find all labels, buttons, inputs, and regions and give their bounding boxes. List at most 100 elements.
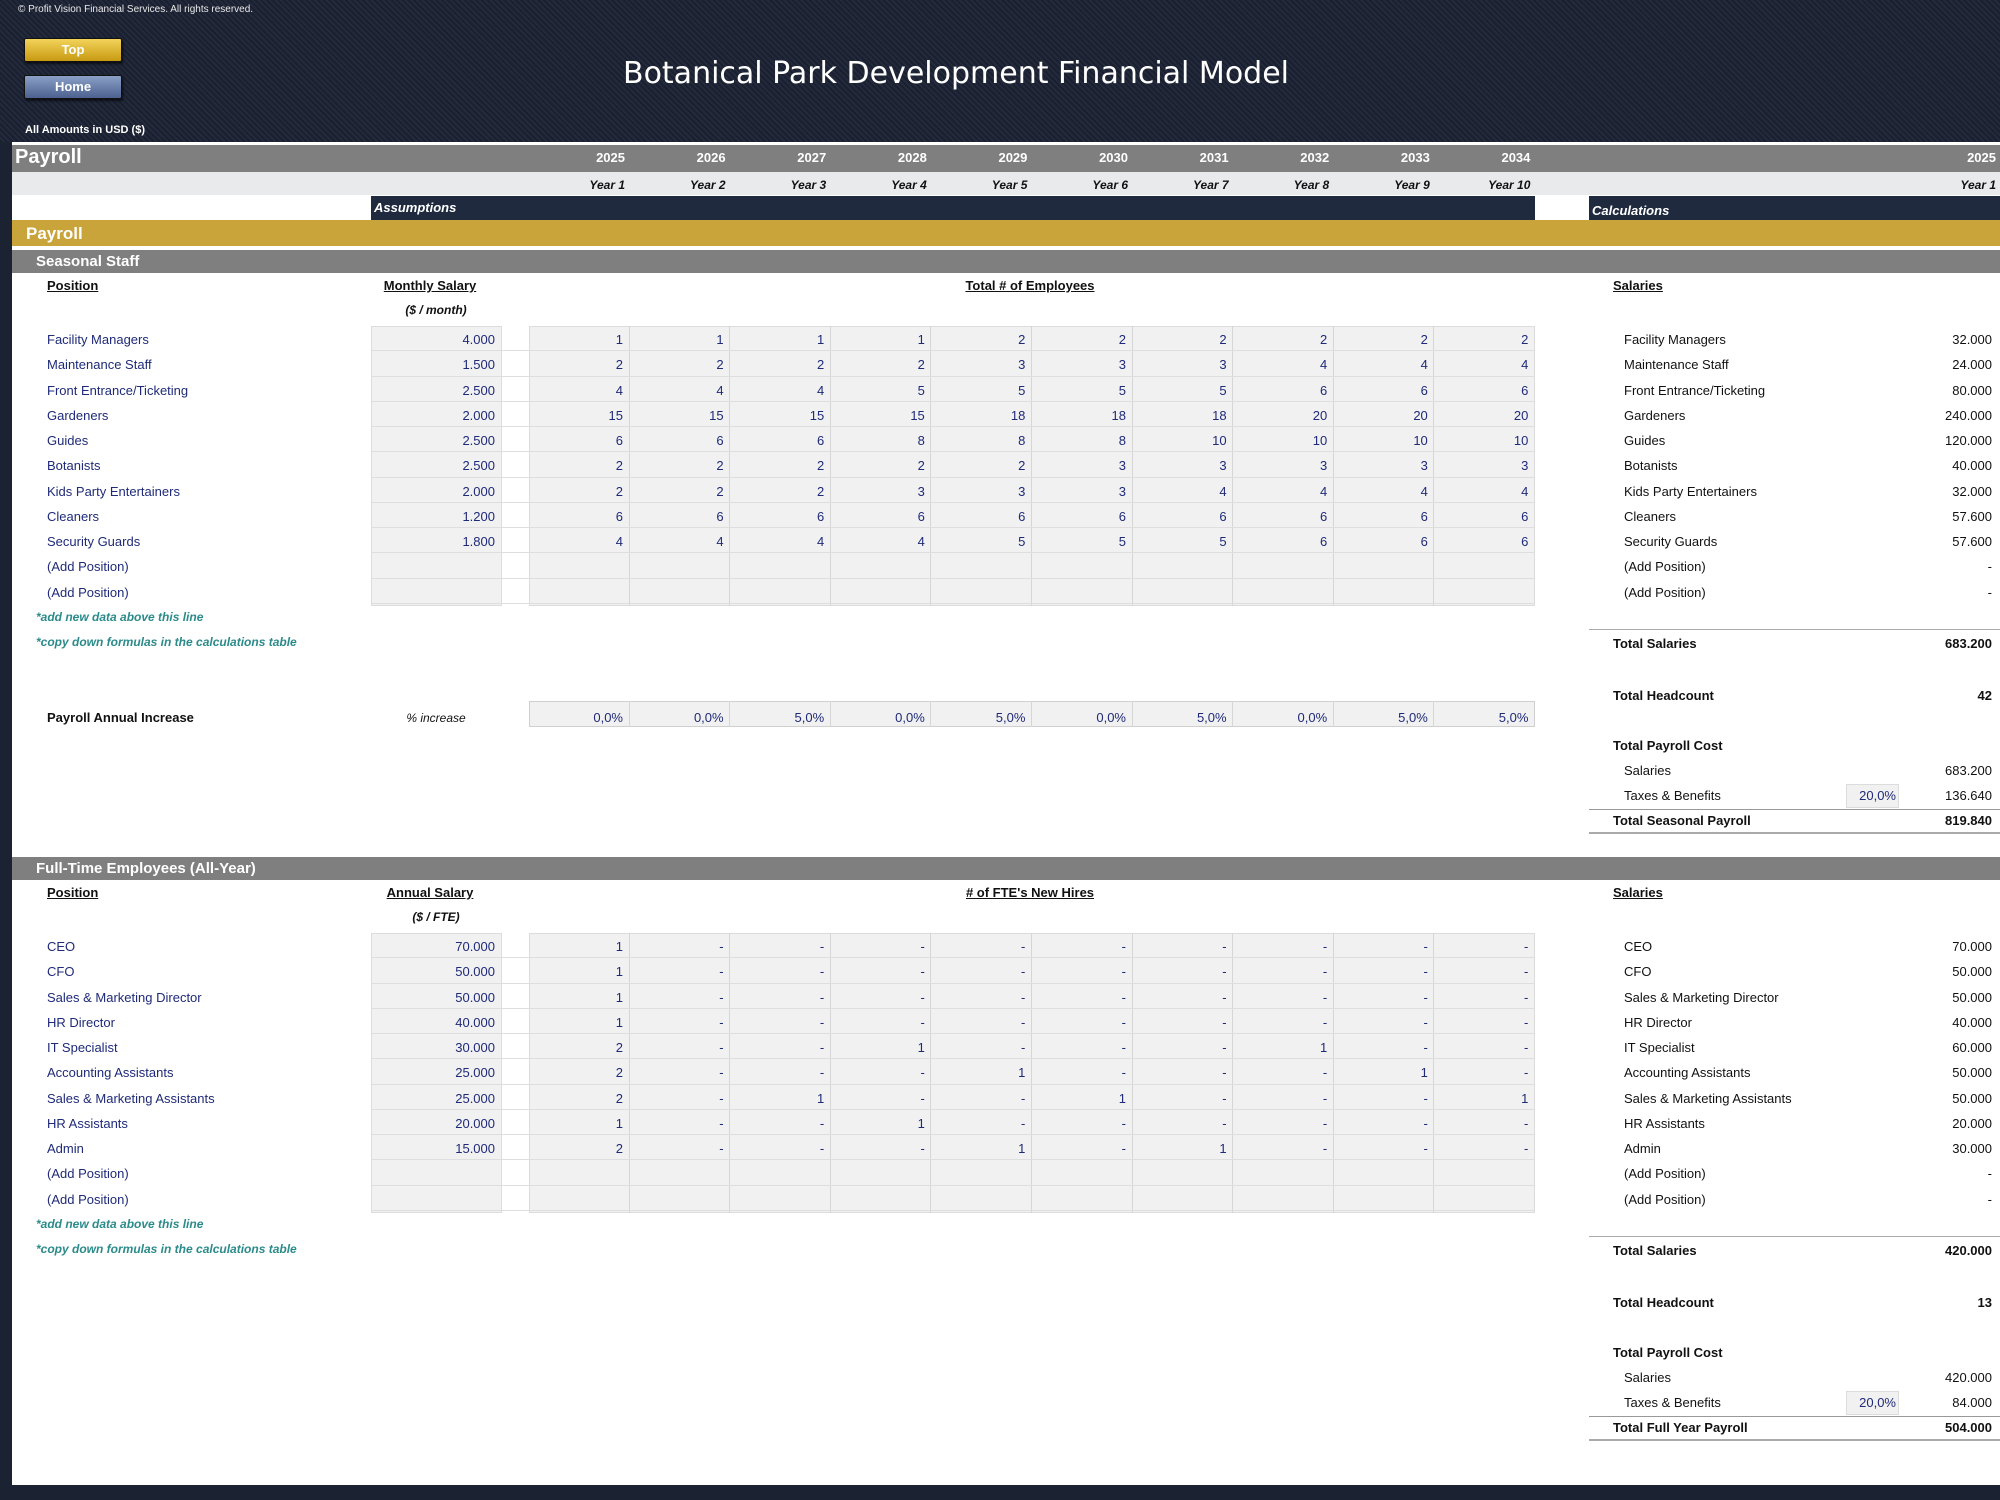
fulltime-count-7-9[interactable]: - — [1434, 1116, 1528, 1131]
fulltime-salary-8[interactable]: 15.000 — [371, 1141, 495, 1156]
seasonal-count-7-4[interactable]: 6 — [931, 509, 1025, 524]
fulltime-count-5-4[interactable]: 1 — [931, 1065, 1025, 1080]
increase-3[interactable]: 0,0% — [831, 710, 925, 725]
fulltime-count-3-9[interactable]: - — [1434, 1015, 1528, 1030]
seasonal-count-5-4[interactable]: 2 — [931, 458, 1025, 473]
seasonal-count-6-7[interactable]: 4 — [1233, 484, 1327, 499]
fulltime-count-6-7[interactable]: - — [1233, 1091, 1327, 1106]
fulltime-salary-7[interactable]: 20.000 — [371, 1116, 495, 1131]
fulltime-count-0-5[interactable]: - — [1032, 939, 1126, 954]
seasonal-count-6-6[interactable]: 4 — [1133, 484, 1226, 499]
fulltime-count-2-0[interactable]: 1 — [529, 990, 623, 1005]
seasonal-count-7-5[interactable]: 6 — [1032, 509, 1126, 524]
seasonal-count-2-5[interactable]: 5 — [1032, 383, 1126, 398]
seasonal-count-5-3[interactable]: 2 — [831, 458, 925, 473]
fulltime-count-5-2[interactable]: - — [730, 1065, 824, 1080]
fulltime-salary-2[interactable]: 50.000 — [371, 990, 495, 1005]
seasonal-count-0-5[interactable]: 2 — [1032, 332, 1126, 347]
fulltime-salary-6[interactable]: 25.000 — [371, 1091, 495, 1106]
seasonal-count-3-5[interactable]: 18 — [1032, 408, 1126, 423]
fulltime-count-3-1[interactable]: - — [630, 1015, 723, 1030]
increase-9[interactable]: 5,0% — [1434, 710, 1529, 725]
seasonal-count-5-9[interactable]: 3 — [1434, 458, 1528, 473]
seasonal-count-6-2[interactable]: 2 — [730, 484, 824, 499]
seasonal-count-0-9[interactable]: 2 — [1434, 332, 1528, 347]
fulltime-count-5-8[interactable]: 1 — [1334, 1065, 1428, 1080]
fulltime-count-2-8[interactable]: - — [1334, 990, 1427, 1005]
seasonal-count-4-9[interactable]: 10 — [1434, 433, 1528, 448]
fulltime-count-0-9[interactable]: - — [1434, 939, 1528, 954]
fulltime-count-0-3[interactable]: - — [831, 939, 924, 954]
seasonal-salary-6[interactable]: 2.000 — [371, 484, 495, 499]
seasonal-count-2-6[interactable]: 5 — [1133, 383, 1226, 398]
seasonal-salary-8[interactable]: 1.800 — [371, 534, 495, 549]
fulltime-salary-4[interactable]: 30.000 — [371, 1040, 495, 1055]
increase-8[interactable]: 5,0% — [1334, 710, 1428, 725]
seasonal-count-6-9[interactable]: 4 — [1434, 484, 1528, 499]
seasonal-count-1-2[interactable]: 2 — [730, 357, 824, 372]
seasonal-count-4-7[interactable]: 10 — [1233, 433, 1327, 448]
seasonal-count-2-7[interactable]: 6 — [1233, 383, 1327, 398]
seasonal-count-0-4[interactable]: 2 — [931, 332, 1025, 347]
seasonal-count-7-0[interactable]: 6 — [529, 509, 623, 524]
fulltime-count-5-0[interactable]: 2 — [529, 1065, 623, 1080]
fulltime-count-3-6[interactable]: - — [1133, 1015, 1226, 1030]
fulltime-count-2-3[interactable]: - — [831, 990, 924, 1005]
fulltime-count-4-3[interactable]: 1 — [831, 1040, 925, 1055]
fulltime-count-1-3[interactable]: - — [831, 964, 924, 979]
fulltime-count-5-3[interactable]: - — [831, 1065, 924, 1080]
fulltime-count-8-5[interactable]: - — [1032, 1141, 1126, 1156]
fulltime-count-2-2[interactable]: - — [730, 990, 824, 1005]
seasonal-count-0-1[interactable]: 1 — [630, 332, 723, 347]
seasonal-count-8-9[interactable]: 6 — [1434, 534, 1528, 549]
fulltime-count-3-4[interactable]: - — [931, 1015, 1025, 1030]
seasonal-salary-2[interactable]: 2.500 — [371, 383, 495, 398]
seasonal-count-3-9[interactable]: 20 — [1434, 408, 1528, 423]
increase-1[interactable]: 0,0% — [630, 710, 724, 725]
fulltime-count-5-6[interactable]: - — [1133, 1065, 1226, 1080]
fulltime-count-8-8[interactable]: - — [1334, 1141, 1427, 1156]
fulltime-count-3-3[interactable]: - — [831, 1015, 924, 1030]
fulltime-salary-3[interactable]: 40.000 — [371, 1015, 495, 1030]
increase-0[interactable]: 0,0% — [529, 710, 623, 725]
fulltime-count-0-6[interactable]: - — [1133, 939, 1226, 954]
seasonal-count-8-6[interactable]: 5 — [1133, 534, 1226, 549]
fulltime-count-0-0[interactable]: 1 — [529, 939, 623, 954]
seasonal-salary-5[interactable]: 2.500 — [371, 458, 495, 473]
seasonal-count-7-3[interactable]: 6 — [831, 509, 925, 524]
seasonal-count-1-0[interactable]: 2 — [529, 357, 623, 372]
fulltime-count-0-2[interactable]: - — [730, 939, 824, 954]
fulltime-count-1-1[interactable]: - — [630, 964, 723, 979]
fulltime-count-4-4[interactable]: - — [931, 1040, 1025, 1055]
fulltime-count-1-9[interactable]: - — [1434, 964, 1528, 979]
seasonal-count-1-9[interactable]: 4 — [1434, 357, 1528, 372]
fulltime-count-2-7[interactable]: - — [1233, 990, 1327, 1005]
fulltime-count-6-0[interactable]: 2 — [529, 1091, 623, 1106]
fulltime-count-8-4[interactable]: 1 — [931, 1141, 1025, 1156]
seasonal-count-4-8[interactable]: 10 — [1334, 433, 1427, 448]
seasonal-count-0-2[interactable]: 1 — [730, 332, 824, 347]
fulltime-count-8-9[interactable]: - — [1434, 1141, 1528, 1156]
seasonal-count-2-3[interactable]: 5 — [831, 383, 925, 398]
fulltime-count-5-7[interactable]: - — [1233, 1065, 1327, 1080]
seasonal-count-7-7[interactable]: 6 — [1233, 509, 1327, 524]
seasonal-count-5-1[interactable]: 2 — [630, 458, 723, 473]
fulltime-salary-0[interactable]: 70.000 — [371, 939, 495, 954]
seasonal-count-2-9[interactable]: 6 — [1434, 383, 1528, 398]
seasonal-count-1-7[interactable]: 4 — [1233, 357, 1327, 372]
seasonal-count-0-8[interactable]: 2 — [1334, 332, 1428, 347]
fulltime-count-2-5[interactable]: - — [1032, 990, 1126, 1005]
seasonal-count-8-0[interactable]: 4 — [529, 534, 623, 549]
seasonal-count-1-4[interactable]: 3 — [931, 357, 1025, 372]
seasonal-count-7-6[interactable]: 6 — [1133, 509, 1226, 524]
fulltime-count-2-1[interactable]: - — [630, 990, 723, 1005]
seasonal-count-5-2[interactable]: 2 — [730, 458, 824, 473]
seasonal-count-6-4[interactable]: 3 — [931, 484, 1025, 499]
fulltime-count-3-8[interactable]: - — [1334, 1015, 1427, 1030]
fulltime-count-1-6[interactable]: - — [1133, 964, 1226, 979]
seasonal-count-0-3[interactable]: 1 — [831, 332, 925, 347]
seasonal-count-8-7[interactable]: 6 — [1233, 534, 1327, 549]
seasonal-count-8-2[interactable]: 4 — [730, 534, 824, 549]
fulltime-count-4-0[interactable]: 2 — [529, 1040, 623, 1055]
increase-6[interactable]: 5,0% — [1133, 710, 1227, 725]
